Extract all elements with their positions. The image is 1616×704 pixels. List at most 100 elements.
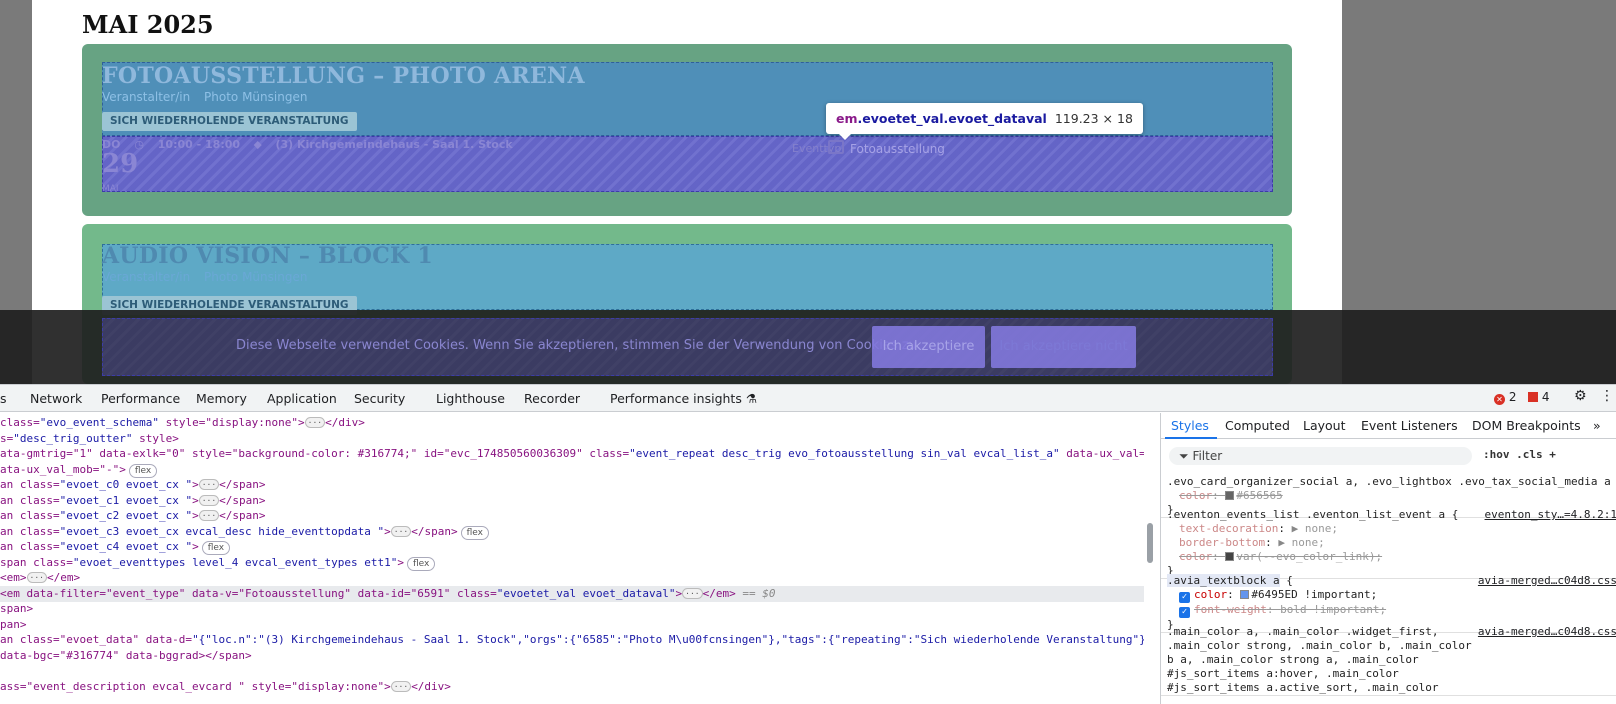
- expand-dots[interactable]: ···: [198, 494, 220, 506]
- repeat-badge: SICH WIEDERHOLENDE VERANSTALTUNG: [102, 112, 357, 131]
- organizer-name-2[interactable]: Photo Münsingen: [204, 270, 307, 284]
- organizer-name[interactable]: Photo Münsingen: [204, 90, 307, 104]
- event-title-2[interactable]: AUDIO VISION – BLOCK 1: [102, 243, 433, 269]
- tab-recorder[interactable]: Recorder: [524, 391, 580, 406]
- tab-lighthouse[interactable]: Lighthouse: [436, 391, 505, 406]
- dom-close-tag: </em>: [702, 586, 736, 600]
- tab-elements[interactable]: s: [0, 391, 7, 406]
- tab-event-listeners[interactable]: Event Listeners: [1361, 418, 1458, 433]
- settings-gear-icon[interactable]: ⚙: [1574, 388, 1587, 404]
- dom-attr-value: "desc_trig_outter": [13, 431, 133, 445]
- expand-dots[interactable]: ···: [198, 510, 220, 521]
- tab-layout[interactable]: Layout: [1303, 418, 1346, 433]
- rule-source-link[interactable]: avia-merged…c04d8.css: [1478, 625, 1616, 639]
- color-swatch[interactable]: [1225, 552, 1235, 561]
- dom-attr-value: "evoet_c3 evoet_cx evcal_desc hide_event…: [59, 524, 385, 538]
- event-organizer[interactable]: Veranstalter/in Photo Münsingen: [102, 90, 307, 104]
- dom-node[interactable]: data-bgc="#316774" data-bggrad></span>: [0, 648, 252, 664]
- dom-node[interactable]: an class="evoet_c1 evoet_cx "> ··· </span>: [0, 493, 266, 509]
- styles-filter-input[interactable]: ⏷ Filter: [1169, 447, 1472, 465]
- dom-node[interactable]: an class="evoet_c3 evoet_cx evcal_desc h…: [0, 524, 489, 540]
- dom-tag-text: >: [675, 586, 683, 600]
- expand-dots[interactable]: ···: [198, 479, 220, 490]
- dom-node[interactable]: ass="event_description evcal_evcard " st…: [0, 679, 451, 695]
- style-declaration[interactable]: color: #656565: [1167, 489, 1611, 503]
- cookie-accept-button[interactable]: Ich akzeptiere: [872, 326, 985, 368]
- dom-close-tag: </span>: [411, 524, 458, 538]
- dom-node[interactable]: class="evo_event_schema" style="display:…: [0, 415, 365, 431]
- expand-dots[interactable]: ···: [682, 587, 703, 599]
- event-type-value[interactable]: Fotoausstellung: [850, 142, 945, 156]
- style-declaration[interactable]: color: var(--evo_color_link);: [1167, 550, 1611, 564]
- dom-tag-text: >: [192, 540, 199, 553]
- tab-network[interactable]: Network: [30, 391, 82, 406]
- expand-dots[interactable]: ···: [390, 525, 412, 537]
- elements-tree[interactable]: class="evo_event_schema" style="display:…: [0, 413, 1144, 704]
- dom-node[interactable]: an class="evoet_c2 evoet_cx "> ··· </span>: [0, 508, 266, 524]
- rule-source-link[interactable]: eventon_sty…=4.8.2:1: [1485, 508, 1616, 522]
- dom-attr-value: "evoet_eventtypes level_4 evcal_event_ty…: [72, 555, 398, 569]
- styles-toolbar[interactable]: :hov .cls +: [1483, 448, 1556, 461]
- expand-dots[interactable]: ···: [390, 680, 412, 692]
- dom-close-tag: </em>: [46, 571, 81, 584]
- color-swatch[interactable]: [1240, 590, 1250, 599]
- error-count[interactable]: ✕ 2: [1494, 390, 1516, 405]
- error-icon: ✕: [1494, 394, 1505, 405]
- tab-memory[interactable]: Memory: [196, 391, 247, 406]
- event-organizer-2[interactable]: Veranstalter/in Photo Münsingen: [102, 270, 307, 284]
- selected-marker: == $0: [735, 586, 776, 600]
- dom-tag-text: >: [397, 555, 404, 569]
- dom-node[interactable]: span>: [0, 601, 33, 617]
- tab-styles[interactable]: Styles: [1171, 418, 1209, 433]
- flex-badge: flex: [407, 556, 436, 571]
- devtools-panel: s Network Performance Memory Application…: [0, 384, 1616, 704]
- tab-dom-breakpoints[interactable]: DOM Breakpoints: [1472, 418, 1581, 433]
- event-location[interactable]: (3) Kirchgemeindehaus - Saal 1. Stock: [275, 138, 512, 151]
- expand-dots[interactable]: ···: [26, 572, 47, 583]
- style-declaration[interactable]: ✓ font-weight: bold !important;: [1167, 603, 1611, 618]
- rule-selector[interactable]: .evo_card_organizer_social a, .evo_light…: [1167, 475, 1611, 489]
- dom-node-selected[interactable]: <em data-filter="event_type" data-v="Fot…: [0, 585, 1144, 602]
- tab-computed[interactable]: Computed: [1225, 418, 1290, 433]
- dom-tag-text: ata-ux_val_mob="-">: [0, 462, 126, 476]
- dom-node[interactable]: ata-gmtrig="1" data-exlk="0" style="back…: [0, 446, 1144, 462]
- dom-tag-text: ata-gmtrig="1" data-exlk="0" style="back…: [0, 447, 630, 460]
- dom-node[interactable]: pan>: [0, 617, 27, 633]
- elements-scrollbar[interactable]: [1147, 523, 1153, 563]
- dom-tag-text: pan>: [0, 617, 27, 631]
- cookie-decline-button[interactable]: Ich akzeptiere nicht: [991, 326, 1136, 368]
- dom-tag-text: an class=: [0, 493, 60, 507]
- style-declaration[interactable]: ✓ color: #6495ED !important;: [1167, 588, 1611, 603]
- style-declaration[interactable]: border-bottom: ▶ none;: [1167, 536, 1611, 550]
- dom-tag-text: ass="event_description evcal_evcard " st…: [0, 679, 391, 693]
- dom-node[interactable]: s="desc_trig_outter" style>: [0, 431, 179, 447]
- warning-count[interactable]: 4: [1528, 390, 1549, 404]
- event-title[interactable]: FOTOAUSSTELLUNG – PHOTO ARENA: [102, 63, 585, 89]
- tab-security[interactable]: Security: [354, 391, 405, 406]
- expand-dots[interactable]: ···: [304, 417, 326, 428]
- dom-node[interactable]: span class="evoet_eventtypes level_4 evc…: [0, 555, 436, 571]
- tab-performance-insights[interactable]: Performance insights ⚗: [610, 391, 757, 406]
- dom-node[interactable]: ata-ux_val_mob="-"> flex: [0, 462, 158, 478]
- flask-icon: ⚗: [745, 391, 758, 406]
- dom-attr-value: "evoet_c1 evoet_cx ": [59, 493, 193, 507]
- dom-tag-text: style>: [132, 431, 179, 445]
- color-swatch[interactable]: [1225, 491, 1235, 500]
- more-tabs-icon[interactable]: »: [1593, 418, 1601, 433]
- expand-triangle-icon[interactable]: ▶: [1278, 536, 1291, 549]
- dom-node[interactable]: <em> ··· </em>: [0, 570, 80, 586]
- rule-source-link[interactable]: avia-merged…c04d8.css: [1478, 574, 1616, 588]
- tab-application[interactable]: Application: [267, 391, 337, 406]
- more-options-icon[interactable]: ⋮: [1600, 388, 1614, 404]
- dom-node[interactable]: an class="evoet_data" data-d="{"loc.n":"…: [0, 632, 1144, 648]
- organizer-label: Veranstalter/in: [102, 90, 191, 104]
- tab-performance[interactable]: Performance: [101, 391, 180, 406]
- event-type-icon: [828, 140, 844, 154]
- expand-triangle-icon[interactable]: ▶: [1292, 522, 1305, 535]
- dom-node[interactable]: an class="evoet_c0 evoet_cx "> ··· </span>: [0, 477, 266, 493]
- dom-node[interactable]: an class="evoet_c4 evoet_cx "> flex: [0, 539, 231, 555]
- checkbox-icon[interactable]: ✓: [1179, 592, 1190, 603]
- dom-close-tag: </div>: [325, 416, 365, 429]
- checkbox-icon[interactable]: ✓: [1179, 607, 1190, 618]
- style-declaration[interactable]: text-decoration: ▶ none;: [1167, 522, 1611, 536]
